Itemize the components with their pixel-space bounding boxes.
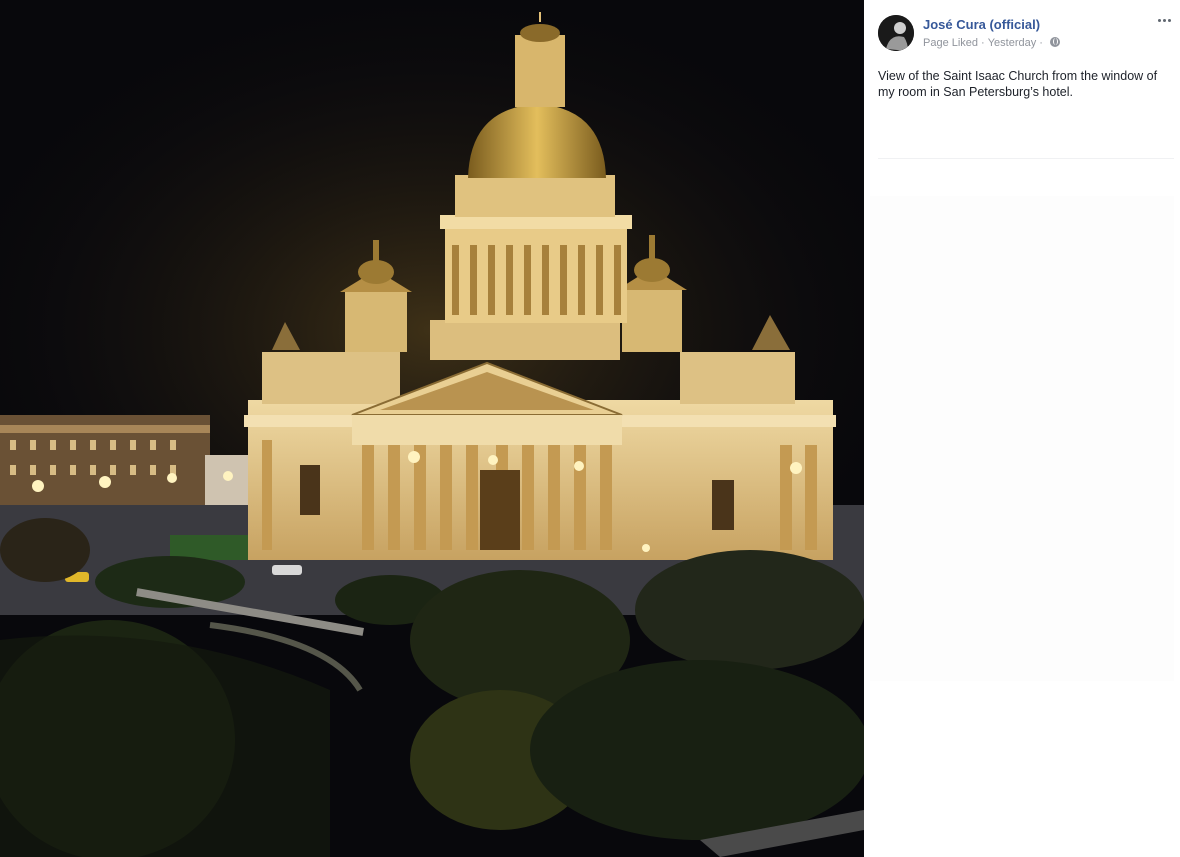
author-avatar[interactable] xyxy=(878,15,914,51)
post-meta: Page Liked · Yesterday · xyxy=(923,37,1060,49)
globe-icon[interactable] xyxy=(1049,37,1060,47)
avatar-image xyxy=(878,15,914,51)
post-header: José Cura (official) Page Liked · Yesterda… xyxy=(864,0,1180,60)
meta-separator: · xyxy=(981,37,985,49)
page-liked-status: Page Liked xyxy=(923,37,979,49)
post-timestamp[interactable]: Yesterday xyxy=(988,37,1037,49)
ellipsis-icon[interactable] xyxy=(1156,12,1174,28)
meta-separator-2: · xyxy=(1039,37,1043,49)
post-photo[interactable] xyxy=(0,0,864,857)
comments-area xyxy=(870,196,1174,681)
divider xyxy=(878,158,1174,159)
cathedral-photo xyxy=(0,0,864,857)
post-caption: View of the Saint Isaac Church from the … xyxy=(878,69,1158,99)
post-panel: José Cura (official) Page Liked · Yesterda… xyxy=(864,0,1180,857)
author-name[interactable]: José Cura (official) xyxy=(923,17,1040,32)
